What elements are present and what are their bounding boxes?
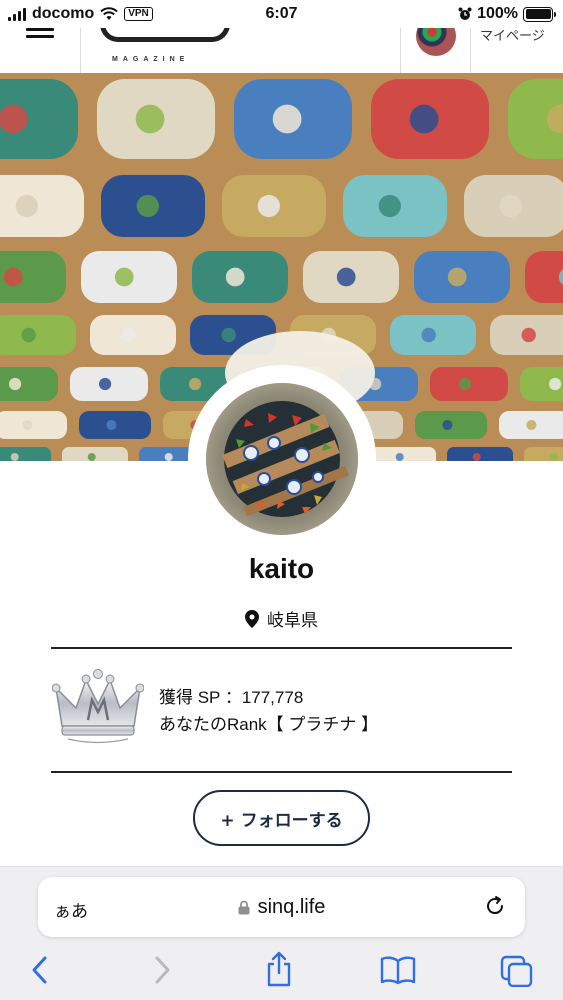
rank-line: あなたのRank【 プラチナ 】 — [159, 715, 379, 734]
reload-icon[interactable] — [483, 894, 507, 918]
ceiling-panel — [0, 367, 58, 401]
ceiling-panel — [525, 251, 563, 303]
tabs-icon[interactable] — [500, 955, 534, 987]
panel-motif — [257, 194, 280, 218]
panel-motif — [548, 377, 562, 391]
platinum-crown-icon — [52, 669, 144, 744]
panel-motif — [0, 104, 28, 134]
header-divider — [400, 28, 401, 73]
panel-motif — [526, 419, 537, 431]
hamburger-menu-icon[interactable] — [26, 28, 54, 44]
panel-motif — [336, 267, 356, 287]
share-icon[interactable] — [265, 951, 293, 987]
panel-motif — [98, 377, 112, 391]
panel-motif — [15, 194, 38, 218]
panel-motif — [409, 104, 439, 134]
panel-motif — [3, 267, 23, 287]
site-header: MAGAZINE マイページ — [0, 28, 563, 73]
ceiling-panel — [0, 447, 51, 461]
profile-username: kaito — [248, 553, 315, 584]
divider — [51, 771, 512, 773]
panel-motif — [395, 453, 404, 461]
panel-motif — [10, 453, 19, 461]
panel-motif — [106, 419, 117, 431]
panel-motif — [549, 453, 558, 461]
address-bar[interactable]: ぁあ sinq.life — [38, 877, 525, 937]
ceiling-panel — [0, 175, 84, 237]
rank-text: 獲得 SP ：177,778 あなたのRank【 プラチナ 】 — [159, 684, 378, 738]
site-logo[interactable] — [100, 28, 230, 42]
alarm-icon — [458, 7, 472, 20]
panel-motif — [221, 327, 236, 343]
chevron-left-icon[interactable] — [30, 955, 50, 985]
map-pin-icon — [245, 609, 259, 628]
panel-motif — [135, 104, 165, 134]
panel-motif — [421, 327, 436, 343]
panel-motif — [8, 377, 22, 391]
avatar-image — [206, 383, 358, 535]
status-right: 100% — [458, 5, 556, 23]
panel-motif — [225, 267, 245, 287]
panel-motif — [188, 377, 202, 391]
mypage-link[interactable]: マイページ — [480, 28, 545, 44]
panel-motif — [121, 327, 136, 343]
divider — [51, 647, 512, 649]
header-divider — [80, 28, 81, 73]
profile-avatar — [188, 365, 376, 553]
panel-motif — [21, 327, 36, 343]
profile-location: 岐阜県 — [0, 606, 563, 631]
panel-motif — [378, 194, 401, 218]
lock-icon — [238, 900, 250, 915]
panel-motif — [136, 194, 159, 218]
logo-subtitle: MAGAZINE — [112, 56, 190, 63]
panel-motif — [472, 453, 481, 461]
points-line: 獲得 SP ：177,778 — [159, 688, 304, 707]
url-text: sinq.life — [257, 896, 326, 918]
panel-motif — [114, 267, 134, 287]
panel-motif — [272, 104, 302, 134]
panel-motif — [447, 267, 467, 287]
battery-icon — [523, 6, 556, 22]
browser-toolbar: ぁあ sinq.life — [0, 866, 563, 1000]
panel-motif — [87, 453, 96, 461]
chevron-right-icon[interactable] — [152, 955, 172, 985]
ceiling-panel — [0, 315, 76, 355]
panel-motif — [458, 377, 472, 391]
ceiling-panel — [0, 411, 67, 439]
panel-motif — [499, 194, 522, 218]
status-bar: docomo VPN 6:07 100% — [0, 0, 563, 28]
header-divider — [470, 28, 471, 73]
battery-percent: 100% — [477, 5, 518, 22]
panel-motif — [521, 327, 536, 343]
panel-motif — [442, 419, 453, 431]
follow-button[interactable]: + フォローする — [193, 790, 370, 846]
location-label: 岐阜県 — [267, 611, 318, 630]
book-icon[interactable] — [380, 955, 416, 985]
header-avatar[interactable] — [416, 28, 456, 56]
panel-motif — [164, 453, 173, 461]
rank-section: 獲得 SP ：177,778 あなたのRank【 プラチナ 】 — [52, 668, 512, 750]
url-display[interactable]: sinq.life — [38, 896, 525, 919]
panel-motif — [22, 419, 33, 431]
